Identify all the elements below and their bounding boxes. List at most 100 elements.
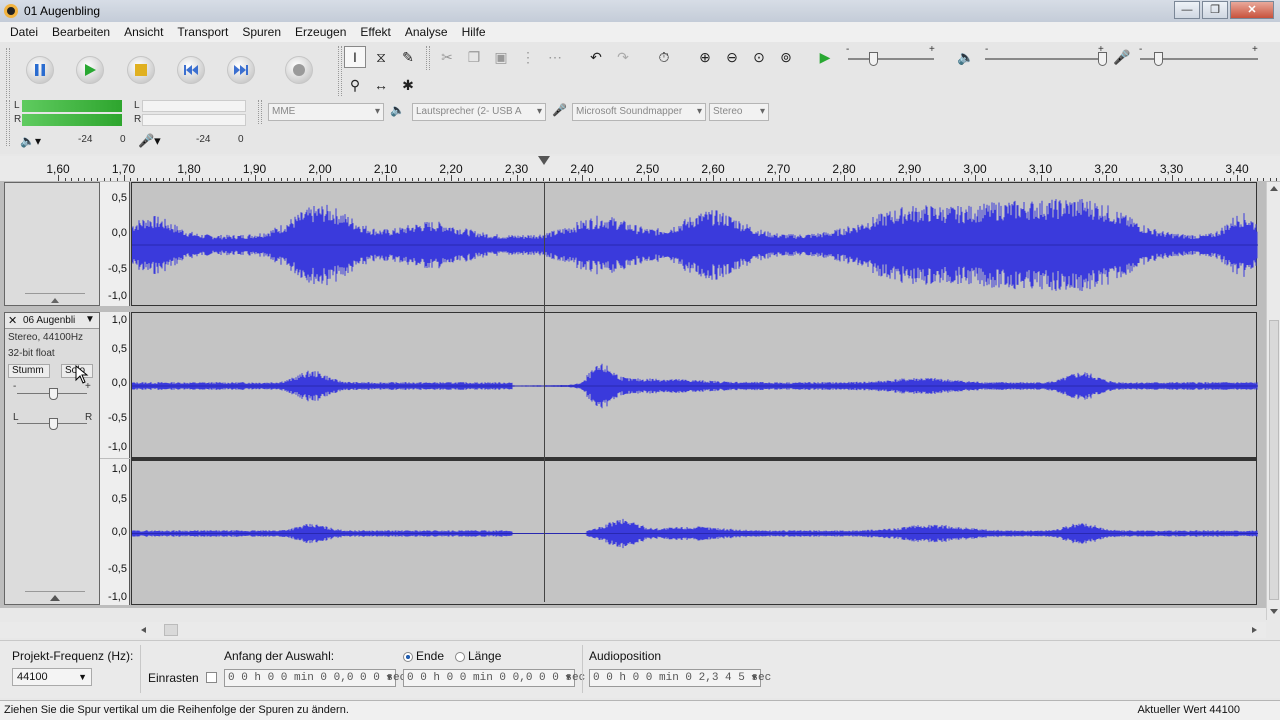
snap-checkbox[interactable] <box>206 672 217 683</box>
horizontal-scrollbar[interactable] <box>0 622 1266 638</box>
cut-button[interactable]: ✂ <box>436 46 458 68</box>
toolbar-grip[interactable] <box>6 48 10 98</box>
track2-control-panel[interactable]: ✕ 06 Augenbli ▼ Stereo, 44100Hz 32-bit f… <box>4 312 100 605</box>
output-volume-thumb[interactable] <box>1098 52 1107 66</box>
menu-analyse[interactable]: Analyse <box>398 25 455 39</box>
zoom-out-button[interactable]: ⊖ <box>721 46 743 68</box>
track1-collapse-button[interactable] <box>25 293 85 303</box>
ruler-minor-tick <box>1164 178 1166 181</box>
menu-bearbeiten[interactable]: Bearbeiten <box>45 25 117 39</box>
track2-left-channel-waveform[interactable] <box>131 312 1258 458</box>
track-area[interactable]: 0,5 0,0 -0,5 -1,0 ✕ 06 Augenbli ▼ Stereo… <box>0 182 1266 608</box>
ruler-minor-tick <box>280 178 282 181</box>
close-button[interactable]: ✕ <box>1230 1 1274 19</box>
track1-waveform[interactable] <box>131 182 1258 306</box>
menu-datei[interactable]: Datei <box>3 25 45 39</box>
stop-button[interactable] <box>127 56 155 84</box>
zoom-in-button[interactable]: ⊕ <box>694 46 716 68</box>
menu-transport[interactable]: Transport <box>170 25 235 39</box>
menu-erzeugen[interactable]: Erzeugen <box>288 25 353 39</box>
scroll-down-icon[interactable] <box>1267 606 1280 618</box>
silence-button[interactable]: ⋯ <box>544 46 566 68</box>
selection-end-time[interactable]: 0 0 h 0 0 min 0 0,0 0 0 sec ▼ <box>403 669 585 687</box>
track-close-icon[interactable]: ✕ <box>8 314 17 327</box>
fit-selection-button[interactable]: ⊙ <box>748 46 770 68</box>
track2-title-bar[interactable]: ✕ 06 Augenbli ▼ <box>5 313 99 329</box>
paste-button[interactable]: ▣ <box>490 46 512 68</box>
record-meter-left[interactable] <box>142 100 246 112</box>
audio-position-time[interactable]: 0 0 h 0 0 min 0 2,3 4 5 sec ▼ <box>589 669 771 687</box>
speed-slider-thumb[interactable] <box>869 52 878 66</box>
scroll-left-icon[interactable] <box>138 624 150 636</box>
copy-button[interactable]: ❐ <box>463 46 485 68</box>
end-radio[interactable] <box>403 651 413 662</box>
multi-tool[interactable]: ✱ <box>397 74 419 96</box>
project-rate-select[interactable]: 44100 ▼ <box>12 668 92 686</box>
track2-right-channel-waveform[interactable] <box>131 460 1258 605</box>
mute-button[interactable]: Stumm <box>8 364 50 378</box>
menu-ansicht[interactable]: Ansicht <box>117 25 170 39</box>
ruler-minor-tick <box>241 178 243 181</box>
toolbar-grip[interactable] <box>258 100 262 124</box>
input-volume-thumb[interactable] <box>1154 52 1163 66</box>
input-device-select[interactable]: Microsoft Soundmapper <box>572 103 706 121</box>
trim-button[interactable]: ⋮ <box>517 46 539 68</box>
timeline-ruler[interactable]: 1,60 1,70 1,80 1,90 2,00 2,10 2,20 2,30 2,40 2,50… <box>0 156 1280 182</box>
fit-project-button[interactable]: ⊚ <box>775 46 797 68</box>
track1-control-panel[interactable] <box>4 182 100 306</box>
track2-collapse-button[interactable] <box>25 591 85 603</box>
menu-effekt[interactable]: Effekt <box>353 25 397 39</box>
ruler-minor-tick <box>175 178 177 181</box>
zoom-tool[interactable]: ⚲ <box>344 74 366 96</box>
menu-hilfe[interactable]: Hilfe <box>455 25 493 39</box>
pause-button[interactable] <box>26 56 54 84</box>
timeshift-tool[interactable]: ↔ <box>370 74 392 96</box>
track1-vertical-ruler[interactable]: 0,5 0,0 -0,5 -1,0 <box>100 182 130 306</box>
envelope-tool[interactable]: ⧖ <box>370 46 392 68</box>
length-radio[interactable] <box>455 651 465 662</box>
scroll-up-icon[interactable] <box>1267 182 1280 194</box>
record-button[interactable] <box>285 56 313 84</box>
track-menu-chevron-icon[interactable]: ▼ <box>85 314 95 325</box>
menu-spuren[interactable]: Spuren <box>235 25 288 39</box>
play-button[interactable] <box>76 56 104 84</box>
speaker-meter-icon[interactable]: 🔈▾ <box>20 134 41 148</box>
skip-start-button[interactable] <box>177 56 205 84</box>
undo-button[interactable]: ↶ <box>585 46 607 68</box>
channels-select[interactable]: Stereo <box>709 103 769 121</box>
sync-lock-button[interactable]: ⏱ <box>653 46 675 68</box>
vertical-scroll-thumb[interactable] <box>1269 320 1279 600</box>
selection-tool[interactable]: I <box>344 46 366 68</box>
scroll-right-icon[interactable] <box>1248 624 1260 636</box>
toolbar-grip[interactable] <box>338 46 342 96</box>
playback-meter-right[interactable] <box>22 114 122 126</box>
speed-slider[interactable] <box>848 58 934 60</box>
redo-button[interactable]: ↷ <box>612 46 634 68</box>
input-max-label: + <box>1252 44 1258 55</box>
ruler-minor-tick <box>1001 178 1003 181</box>
maximize-button[interactable]: ❐ <box>1202 1 1228 19</box>
track2-right-vertical-ruler[interactable]: 1,0 0,5 0,0 -0,5 -1,0 <box>100 459 130 605</box>
toolbar-grip[interactable] <box>426 46 430 70</box>
horizontal-scroll-thumb[interactable] <box>164 624 178 636</box>
microphone-meter-icon[interactable]: 🎤▾ <box>138 133 161 149</box>
chevron-down-icon: ▼ <box>386 673 392 683</box>
record-meter-right[interactable] <box>142 114 246 126</box>
pan-slider-thumb[interactable] <box>49 418 58 430</box>
track2-left-vertical-ruler[interactable]: 1,0 0,5 0,0 -0,5 -1,0 <box>100 312 130 458</box>
vertical-scrollbar[interactable] <box>1266 182 1280 620</box>
gain-slider-thumb[interactable] <box>49 388 58 400</box>
draw-tool[interactable]: ✎ <box>397 46 419 68</box>
skip-end-button[interactable] <box>227 56 255 84</box>
minimize-button[interactable]: — <box>1174 1 1200 19</box>
playhead-marker-icon[interactable] <box>538 156 551 166</box>
output-device-select[interactable]: Lautsprecher (2- USB A <box>412 103 546 121</box>
length-label: Länge <box>468 649 502 663</box>
playback-meter-left[interactable] <box>22 100 122 112</box>
toolbar-grip[interactable] <box>6 100 10 146</box>
selection-start-time[interactable]: 0 0 h 0 0 min 0 0,0 0 0 sec ▼ <box>224 669 406 687</box>
ruler-minor-tick <box>431 178 433 181</box>
output-volume-slider[interactable] <box>985 58 1103 60</box>
host-select[interactable]: MME <box>268 103 384 121</box>
play-at-speed-button[interactable]: ▶ <box>814 46 836 68</box>
